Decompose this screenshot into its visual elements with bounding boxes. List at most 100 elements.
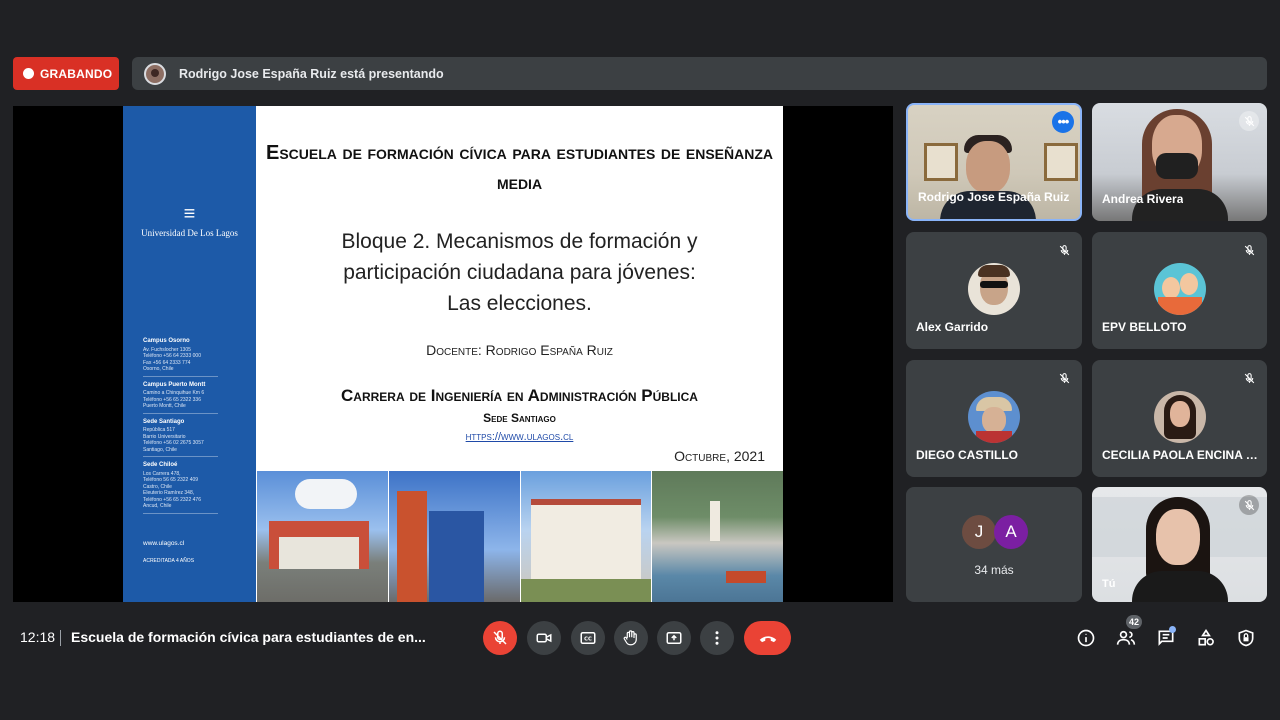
recording-label: GRABANDO xyxy=(40,66,113,81)
participant-name: Andrea Rivera xyxy=(1102,192,1184,206)
self-view-tile[interactable]: Tú xyxy=(1092,487,1267,602)
mic-off-icon xyxy=(493,630,507,645)
info-icon xyxy=(1077,629,1095,647)
camera-icon xyxy=(536,633,552,643)
camera-toggle-button[interactable] xyxy=(527,621,561,655)
host-controls-button[interactable] xyxy=(1233,625,1259,651)
more-options-icon[interactable]: ••• xyxy=(1052,111,1074,133)
presentation-slide: ≡ Universidad De Los Lagos Campus Osorno… xyxy=(123,106,783,602)
participant-count-badge: 42 xyxy=(1126,615,1142,629)
present-screen-button[interactable] xyxy=(657,621,691,655)
presentation-stage[interactable]: ≡ Universidad De Los Lagos Campus Osorno… xyxy=(13,106,893,602)
mic-off-icon xyxy=(1239,368,1259,388)
campus-name: Campus Osorno xyxy=(143,338,190,344)
clock: 12:18 xyxy=(20,629,56,645)
record-icon xyxy=(23,68,34,79)
campus-photo xyxy=(387,471,520,602)
more-vert-icon xyxy=(715,631,719,645)
bottom-bar: 12:18 Escuela de formación cívica para e… xyxy=(0,615,1280,659)
campus-name: Sede Chiloé xyxy=(143,462,178,468)
shield-lock-icon xyxy=(1238,629,1254,647)
slide-url-link: https://www.ulagos.cl xyxy=(465,431,574,443)
participant-tile[interactable]: DIEGO CASTILLO xyxy=(906,360,1082,477)
slide-carrera: Carrera de Ingeniería en Administración … xyxy=(341,386,698,405)
shapes-icon xyxy=(1198,628,1214,646)
campus-list: Campus Osorno Av. Fuchslocher 1305 Teléf… xyxy=(143,338,218,519)
mic-off-icon xyxy=(1239,495,1259,515)
block-line: Las elecciones. xyxy=(447,292,592,315)
more-participants-tile[interactable]: J A 34 más xyxy=(906,487,1082,602)
participant-tile[interactable]: EPV BELLOTO xyxy=(1092,232,1267,349)
side-url: www.ulagos.cl xyxy=(143,540,185,547)
accreditation-text: ACREDITADA 4 AÑOS xyxy=(143,558,195,564)
svg-text:CC: CC xyxy=(584,636,592,642)
block-line: participación ciudadana para jóvenes: xyxy=(343,261,696,284)
raise-hand-button[interactable] xyxy=(614,621,648,655)
mic-toggle-button[interactable] xyxy=(483,621,517,655)
mic-off-icon xyxy=(1239,240,1259,260)
recording-indicator[interactable]: GRABANDO xyxy=(13,57,119,90)
campus-name: Sede Santiago xyxy=(143,418,185,425)
leave-call-button[interactable] xyxy=(744,621,791,655)
presenter-avatar xyxy=(144,62,166,85)
campus-name: Campus Puerto Montt xyxy=(143,381,206,388)
participant-tile[interactable]: Andrea Rivera xyxy=(1092,103,1267,221)
slide-sede: Sede Santiago xyxy=(483,411,556,425)
slide-block: Bloque 2. Mecanismos de formación y part… xyxy=(256,226,783,319)
logo-text: Universidad De Los Lagos xyxy=(141,228,238,238)
slide-title: Escuela de formación cívica para estudia… xyxy=(266,142,773,194)
slide-docente: Docente: Rodrigo España Ruiz xyxy=(426,342,613,358)
avatar: A xyxy=(994,515,1028,549)
participant-tile[interactable]: Alex Garrido xyxy=(906,232,1082,349)
slide-content: Escuela de formación cívica para estudia… xyxy=(256,106,783,471)
campus-block: Sede Santiago República 517 Barrio Unive… xyxy=(143,418,218,457)
more-count: 34 más xyxy=(974,563,1014,577)
slide-photo-strip xyxy=(256,471,783,602)
slide-date: Octubre, 2021 xyxy=(674,448,765,464)
campus-block: Campus Osorno Av. Fuchslocher 1305 Teléf… xyxy=(143,338,218,377)
avatar xyxy=(968,391,1020,443)
mic-off-icon xyxy=(1054,368,1074,388)
presenting-banner: Rodrigo Jose España Ruiz está presentand… xyxy=(132,57,1267,90)
participant-name: Alex Garrido xyxy=(916,320,989,334)
campus-block: Campus Puerto Montt Camino a Chinquihue … xyxy=(143,382,218,414)
present-icon xyxy=(666,632,682,644)
participant-name: EPV BELLOTO xyxy=(1102,320,1187,334)
chat-notification-dot xyxy=(1169,626,1176,633)
participant-name: CECILIA PAOLA ENCINA J... xyxy=(1102,448,1262,462)
more-options-button[interactable] xyxy=(700,621,734,655)
activities-button[interactable] xyxy=(1193,625,1219,651)
participant-tile[interactable]: CECILIA PAOLA ENCINA J... xyxy=(1092,360,1267,477)
campus-line: Osorno, Chile xyxy=(143,366,174,372)
campus-photo xyxy=(519,471,652,602)
mic-off-icon xyxy=(1054,240,1074,260)
top-bar: GRABANDO Rodrigo Jose España Ruiz está p… xyxy=(13,57,1267,90)
captions-button[interactable]: CC xyxy=(571,621,605,655)
campus-photo xyxy=(256,471,388,602)
block-line: Bloque 2. Mecanismos de formación y xyxy=(341,230,698,253)
avatar xyxy=(1154,391,1206,443)
university-logo: ≡ Universidad De Los Lagos xyxy=(123,204,256,238)
campus-line: Puerto Montt, Chile xyxy=(143,403,186,409)
captions-icon: CC xyxy=(580,632,596,644)
participant-tile[interactable]: ••• Rodrigo Jose España Ruiz xyxy=(906,103,1082,221)
divider xyxy=(60,630,61,646)
participant-name: Tú xyxy=(1102,578,1116,590)
hangup-icon xyxy=(759,636,776,643)
slide-sidebar: ≡ Universidad De Los Lagos Campus Osorno… xyxy=(123,106,256,602)
campus-line: Ancud, Chile xyxy=(143,503,172,509)
meeting-title: Escuela de formación cívica para estudia… xyxy=(71,629,426,645)
people-icon xyxy=(1116,630,1136,645)
campus-line: Santiago, Chile xyxy=(143,446,177,453)
presenting-text: Rodrigo Jose España Ruiz está presentand… xyxy=(179,66,444,81)
avatar xyxy=(1154,263,1206,315)
participant-name: DIEGO CASTILLO xyxy=(916,448,1018,462)
avatar: J xyxy=(962,515,996,549)
mic-off-icon xyxy=(1239,111,1259,131)
hand-icon xyxy=(623,630,637,646)
ulagos-logo-icon: ≡ xyxy=(183,203,196,225)
meeting-details-button[interactable] xyxy=(1073,625,1099,651)
participant-name: Rodrigo Jose España Ruiz xyxy=(918,190,1070,204)
campus-photo xyxy=(651,471,783,602)
campus-block: Sede Chiloé Los Carrera 478, Teléfono 56… xyxy=(143,462,218,514)
